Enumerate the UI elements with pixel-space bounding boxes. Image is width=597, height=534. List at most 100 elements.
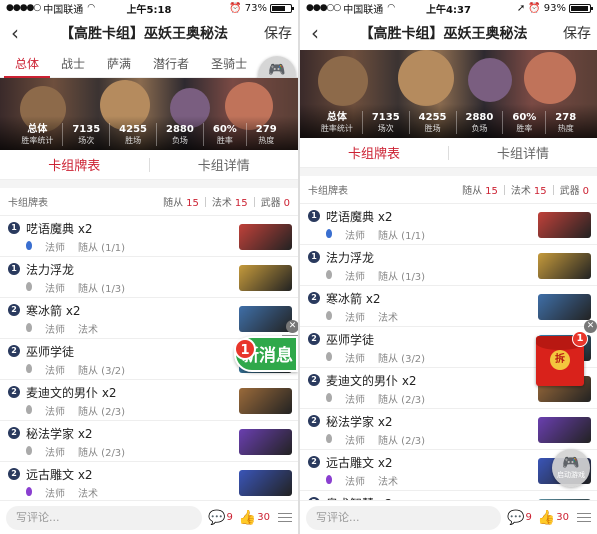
card-class: 法师 — [345, 477, 365, 488]
rarity-gem-icon — [326, 311, 332, 320]
card-type: 随从 (1/3) — [78, 284, 126, 295]
stat-label: 胜率 — [216, 136, 233, 145]
tab-deck-details[interactable]: 卡组详情 — [150, 155, 299, 174]
tab-rogue[interactable]: 潜行者 — [142, 50, 200, 78]
card-type: 随从 (3/2) — [78, 366, 126, 377]
comment-input[interactable]: 写评论... — [6, 505, 203, 530]
card-row[interactable]: 2 秘法学家 x2 法师 随从 (2/3) — [300, 409, 597, 450]
minion-label: 随从 — [462, 186, 483, 197]
card-type: 法术 — [78, 489, 98, 500]
left-screen: ●●●●○ 中国联通 ◠ 上午5:18 ⏰ 73% ‹ 【高胜卡组】巫妖王奥秘法… — [0, 0, 298, 534]
mana-cost-icon: 2 — [308, 292, 320, 304]
mana-cost-icon: 1 — [8, 222, 20, 234]
stat-label: 胜场 — [424, 124, 441, 133]
comments-button[interactable]: 💬 9 — [507, 510, 532, 526]
deck-summary: 卡组牌表 随从 15 法术 15 武器 0 — [300, 176, 597, 204]
stat-value: 4255 — [119, 124, 148, 135]
rarity-gem-icon — [26, 282, 32, 291]
card-class: 法师 — [345, 231, 365, 242]
like-button[interactable]: 👍 30 — [538, 510, 569, 526]
stat-label: 胜场 — [125, 136, 142, 145]
like-button[interactable]: 👍 30 — [239, 510, 270, 526]
thumbs-up-icon: 👍 — [238, 509, 257, 526]
stat-heat: 279 热度 — [247, 123, 286, 146]
card-art-thumbnail — [239, 429, 292, 455]
carrier-label: 中国联通 — [343, 4, 384, 16]
tab-deck-list[interactable]: 卡组牌表 — [300, 143, 448, 162]
card-type: 随从 (2/3) — [378, 436, 426, 447]
ad-floating-banner[interactable]: ✕ 广告 新消息 1 — [234, 318, 298, 398]
weapon-label: 武器 — [260, 198, 281, 209]
card-type: 随从 (1/1) — [78, 243, 126, 254]
sub-tabs: 卡组牌表 卡组详情 — [0, 150, 298, 180]
card-row[interactable]: 2 远古雕文 x2 法师 法术 — [0, 462, 298, 503]
summary-label: 卡组牌表 — [8, 198, 48, 209]
mana-cost-icon: 2 — [8, 468, 20, 480]
mana-cost-icon: 2 — [8, 427, 20, 439]
rarity-gem-icon — [326, 393, 332, 402]
card-type: 随从 (1/3) — [378, 272, 426, 283]
comment-input[interactable]: 写评论... — [306, 505, 502, 530]
ad-close-icon[interactable]: ✕ — [286, 320, 298, 333]
card-class: 法师 — [45, 243, 65, 254]
comments-button[interactable]: 💬 9 — [208, 510, 233, 526]
card-row[interactable]: 1 呓语魔典 x2 法师 随从 (1/1) — [300, 204, 597, 245]
banner-figure — [524, 52, 576, 104]
rarity-gem-icon — [326, 475, 332, 484]
red-packet-ad[interactable]: ✕ 拆 1 — [534, 318, 597, 390]
stat-label: 场次 — [377, 124, 394, 133]
card-row[interactable]: 2 秘法学家 x2 法师 随从 (2/3) — [0, 421, 298, 462]
red-packet-coin: 拆 — [550, 350, 570, 370]
signal-icon: ●●●○○ — [306, 3, 341, 13]
status-bar: ●●●●○ 中国联通 ◠ 上午5:18 ⏰ 73% — [0, 0, 298, 16]
stat-winrate: 60% 胜率 — [503, 111, 547, 134]
rarity-gem-icon — [26, 487, 32, 496]
mana-cost-icon: 2 — [8, 345, 20, 357]
stat-label: 场次 — [78, 136, 95, 145]
card-name: 远古雕文 x2 — [326, 456, 393, 470]
card-class: 法师 — [45, 366, 65, 377]
back-button[interactable]: ‹ — [0, 21, 30, 45]
signal-icon: ●●●●○ — [6, 3, 41, 13]
status-bar: ●●●○○ 中国联通 ◠ 上午4:37 ➚ ⏰ 93% — [300, 0, 597, 16]
save-button[interactable]: 保存 — [557, 23, 597, 43]
card-class: 法师 — [45, 489, 65, 500]
launch-game-label: 启动游戏 — [557, 471, 585, 479]
tab-deck-details[interactable]: 卡组详情 — [449, 143, 597, 162]
ad-badge: 1 — [234, 338, 256, 360]
menu-icon[interactable] — [278, 510, 292, 525]
tab-warrior[interactable]: 战士 — [50, 50, 96, 78]
thumbs-up-icon: 👍 — [537, 509, 556, 526]
card-type: 法术 — [378, 313, 398, 324]
card-row[interactable]: 1 法力浮龙 法师 随从 (1/3) — [300, 245, 597, 286]
launch-game-button[interactable]: 🎮 启动游戏 — [552, 449, 590, 487]
ad-close-icon[interactable]: ✕ — [584, 320, 597, 333]
card-type: 随从 (1/1) — [378, 231, 426, 242]
card-name: 法力浮龙 — [26, 263, 75, 277]
tab-paladin[interactable]: 圣骑士 — [200, 50, 258, 78]
alarm-icon: ⏰ — [528, 2, 541, 14]
tab-deck-list[interactable]: 卡组牌表 — [0, 155, 149, 174]
mana-cost-icon: 1 — [8, 263, 20, 275]
banner-figure — [468, 58, 512, 102]
save-button[interactable]: 保存 — [258, 23, 298, 43]
minion-count: 随从 15 — [163, 194, 199, 209]
card-class: 法师 — [345, 354, 365, 365]
spell-count-value: 15 — [234, 198, 248, 209]
battery-icon — [270, 3, 294, 13]
stat-heat: 278 热度 — [546, 111, 585, 134]
card-row[interactable]: 1 呓语魔典 x2 法师 随从 (1/1) — [0, 216, 298, 257]
summary-separator — [204, 196, 206, 207]
card-name: 秘法学家 x2 — [326, 415, 393, 429]
stat-value: 7135 — [72, 124, 101, 135]
hero-banner: 总体 胜率统计 7135 场次 4255 胜场 2880 负场 60% 胜率 279 热度 — [0, 78, 298, 150]
mana-cost-icon: 1 — [308, 210, 320, 222]
card-row[interactable]: 1 法力浮龙 法师 随从 (1/3) — [0, 257, 298, 298]
stat-label: 胜率统计 — [21, 136, 54, 145]
spell-count: 法术 15 — [212, 194, 248, 209]
menu-icon[interactable] — [577, 510, 591, 525]
tab-overall[interactable]: 总体 — [4, 50, 51, 78]
stat-losses: 2880 负场 — [457, 111, 504, 134]
back-button[interactable]: ‹ — [300, 21, 330, 45]
tab-shaman[interactable]: 萨满 — [96, 50, 142, 78]
